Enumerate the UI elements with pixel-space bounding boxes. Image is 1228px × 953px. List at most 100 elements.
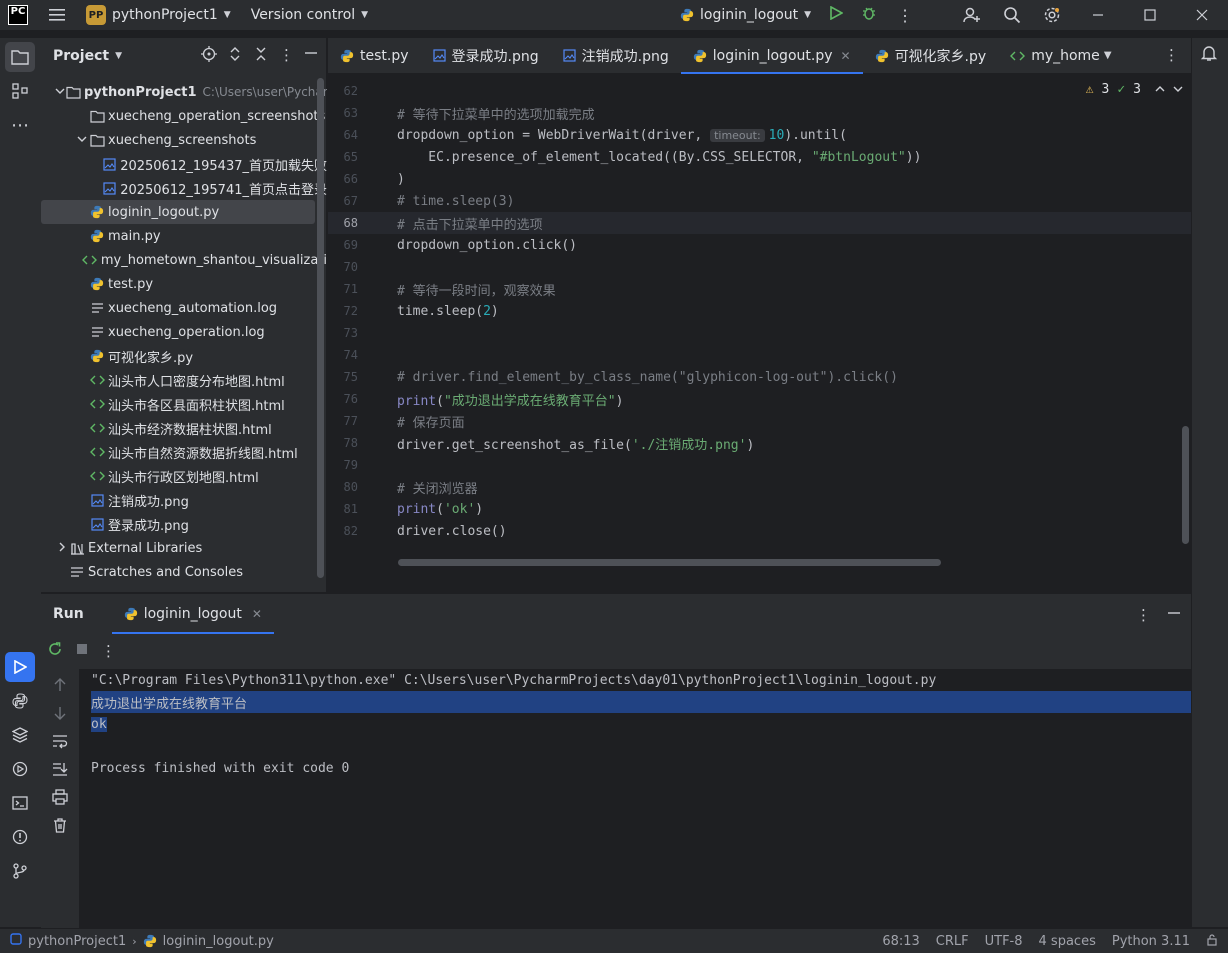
code-line[interactable]: 73	[328, 322, 1191, 344]
problems-icon[interactable]	[5, 822, 35, 852]
search-icon[interactable]	[992, 0, 1032, 30]
chevron-down-icon[interactable]: ▼	[224, 10, 231, 20]
trash-icon[interactable]	[52, 817, 68, 837]
tab-overflow-chevron-icon[interactable]: ▼	[1104, 50, 1112, 61]
editor-tab[interactable]: my_home	[998, 38, 1104, 74]
code-line[interactable]: 65 EC.presence_of_element_located((By.CS…	[328, 146, 1191, 168]
tree-item[interactable]: 20250612_195437_首页加载失败	[41, 152, 327, 176]
python-console-icon[interactable]	[5, 686, 35, 716]
run-configuration-selector[interactable]: loginin_logout ▼ ⋮	[680, 5, 913, 25]
project-selector[interactable]: pythonProject1	[112, 7, 218, 23]
add-user-icon[interactable]	[952, 0, 992, 30]
tree-item[interactable]: xuecheng_operation_screenshots	[41, 104, 327, 128]
tree-item[interactable]: xuecheng_operation.log	[41, 320, 327, 344]
tree-item[interactable]: loginin_logout.py	[41, 200, 315, 224]
tree-item[interactable]: my_hometown_shantou_visualizati	[41, 248, 327, 272]
tree-item[interactable]: 汕头市人口密度分布地图.html	[41, 368, 327, 392]
tab-options-icon[interactable]: ⋮	[1164, 46, 1179, 64]
chevron-right-icon[interactable]	[55, 542, 69, 555]
tree-item[interactable]: Scratches and Consoles	[41, 560, 327, 584]
arrow-down-icon[interactable]	[53, 705, 67, 725]
code-line[interactable]: 62	[328, 80, 1191, 102]
version-control-menu[interactable]: Version control	[251, 7, 355, 23]
project-tool-icon[interactable]	[5, 42, 35, 72]
code-line[interactable]: 75 # driver.find_element_by_class_name("g…	[328, 366, 1191, 388]
run-options-icon[interactable]: ⋮	[1136, 606, 1151, 624]
tree-item[interactable]: 汕头市自然资源数据折线图.html	[41, 440, 327, 464]
tree-item[interactable]: xuecheng_screenshots	[41, 128, 327, 152]
chevron-down-icon[interactable]: ▼	[115, 51, 122, 61]
close-tab-icon[interactable]: ✕	[252, 607, 262, 621]
tree-item[interactable]: xuecheng_automation.log	[41, 296, 327, 320]
code-line[interactable]: 79	[328, 454, 1191, 476]
line-ending[interactable]: CRLF	[936, 934, 969, 949]
tree-item[interactable]: 20250612_195741_首页点击登录	[41, 176, 327, 200]
tree-item[interactable]: pythonProject1 C:\Users\user\Pycharm	[41, 80, 327, 104]
run-console-output[interactable]: "C:\Program Files\Python311\python.exe" …	[79, 669, 1191, 928]
editor-vertical-scrollbar[interactable]	[1182, 426, 1189, 544]
tree-item[interactable]: test.py	[41, 272, 327, 296]
arrow-up-icon[interactable]	[53, 677, 67, 697]
code-line[interactable]: 72 time.sleep(2)	[328, 300, 1191, 322]
breadcrumb-file[interactable]: loginin_logout.py	[163, 934, 274, 949]
tree-item[interactable]: 汕头市行政区划地图.html	[41, 464, 327, 488]
editor-tab[interactable]: 注销成功.png	[551, 38, 681, 74]
code-line[interactable]: 76 print("成功退出学成在线教育平台")	[328, 388, 1191, 410]
minimize-window-icon[interactable]	[1072, 0, 1124, 30]
chevron-up-icon[interactable]	[1155, 82, 1165, 97]
git-icon[interactable]	[5, 856, 35, 886]
collapse-all-icon[interactable]	[253, 46, 269, 66]
scroll-to-end-icon[interactable]	[52, 761, 68, 781]
python-interpreter[interactable]: Python 3.11	[1112, 934, 1190, 949]
code-line[interactable]: 77 # 保存页面	[328, 410, 1191, 432]
options-icon[interactable]: ⋮	[279, 46, 294, 66]
close-window-icon[interactable]	[1176, 0, 1228, 30]
code-line[interactable]: 80 # 关闭浏览器	[328, 476, 1191, 498]
terminal-icon[interactable]	[5, 788, 35, 818]
code-line[interactable]: 69 dropdown_option.click()	[328, 234, 1191, 256]
code-line[interactable]: 81 print('ok')	[328, 498, 1191, 520]
close-tab-icon[interactable]: ✕	[841, 49, 851, 63]
tree-item[interactable]: main.py	[41, 224, 327, 248]
soft-wrap-icon[interactable]	[52, 733, 68, 753]
project-panel-title[interactable]: Project	[53, 48, 109, 64]
code-line[interactable]: 68 # 点击下拉菜单中的选项	[328, 212, 1191, 234]
tree-item[interactable]: 汕头市经济数据柱状图.html	[41, 416, 327, 440]
tree-item[interactable]: 汕头市各区县面积柱状图.html	[41, 392, 327, 416]
editor-tab[interactable]: test.py	[328, 38, 421, 74]
tree-item[interactable]: 注销成功.png	[41, 488, 327, 512]
chevron-down-icon[interactable]	[75, 135, 89, 146]
chevron-down-icon[interactable]	[1173, 82, 1183, 97]
code-line[interactable]: 66)	[328, 168, 1191, 190]
project-badge[interactable]: PP	[86, 5, 106, 25]
editor-tab[interactable]: 可视化家乡.py	[863, 38, 999, 74]
project-tree-scrollbar[interactable]	[317, 78, 324, 578]
notifications-icon[interactable]	[1200, 44, 1220, 66]
code-line[interactable]: 74	[328, 344, 1191, 366]
lock-icon[interactable]	[1206, 933, 1218, 950]
stop-icon[interactable]	[75, 642, 89, 660]
chevron-down-icon[interactable]	[55, 87, 65, 98]
structure-tool-icon[interactable]	[5, 76, 35, 106]
breadcrumb-project[interactable]: pythonProject1	[28, 934, 126, 949]
run-tool-icon[interactable]	[5, 652, 35, 682]
editor-tab[interactable]: loginin_logout.py ✕	[680, 38, 863, 74]
indentation[interactable]: 4 spaces	[1039, 934, 1096, 949]
tree-item[interactable]: External Libraries	[41, 536, 327, 560]
inspection-widget[interactable]: ⚠ 3 ✓ 3	[1086, 82, 1183, 97]
services-icon[interactable]	[5, 754, 35, 784]
chevron-down-icon[interactable]: ▼	[361, 10, 368, 20]
locate-file-icon[interactable]	[201, 46, 217, 66]
tree-item[interactable]: 可视化家乡.py	[41, 344, 327, 368]
code-line[interactable]: 70	[328, 256, 1191, 278]
code-line[interactable]: 78 driver.get_screenshot_as_file('./注销成功.…	[328, 432, 1191, 454]
hide-panel-icon[interactable]	[304, 46, 318, 66]
maximize-window-icon[interactable]	[1124, 0, 1176, 30]
rerun-icon[interactable]	[47, 641, 63, 661]
debug-icon[interactable]	[861, 5, 877, 25]
editor-horizontal-scrollbar[interactable]	[398, 559, 941, 566]
code-editor[interactable]: 62 63 # 等待下拉菜单中的选项加载完成 64 dropdown_option = …	[328, 74, 1191, 592]
caret-position[interactable]: 68:13	[882, 934, 919, 949]
more-run-actions-icon[interactable]: ⋮	[101, 642, 116, 660]
tree-item[interactable]: 登录成功.png	[41, 512, 327, 536]
